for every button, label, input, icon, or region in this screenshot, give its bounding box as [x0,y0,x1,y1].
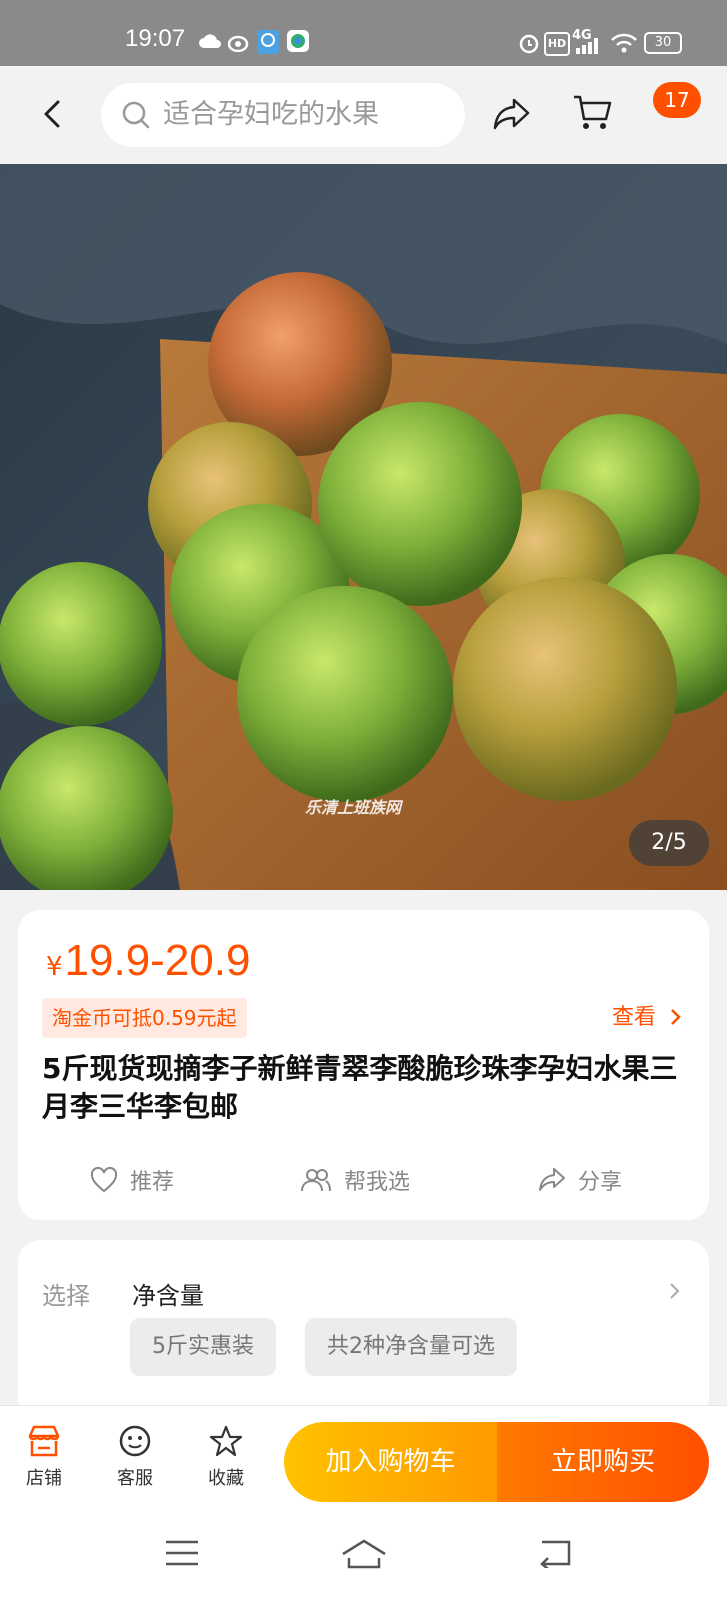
spec-selector-card[interactable]: 选择 净含量 5斤实惠装 共2种净含量可选 [18,1240,709,1420]
view-link[interactable]: 查看 [612,1004,683,1032]
recommend-button[interactable]: 推荐 [90,1160,174,1200]
buy-now-button[interactable]: 立即购买 [497,1422,709,1502]
chevron-right-icon [671,1009,681,1025]
favorite-tab[interactable]: 收藏 [196,1424,256,1490]
wifi-icon [611,33,637,53]
help-me-choose-label: 帮我选 [344,1170,411,1195]
hd-icon: HD [544,32,570,56]
search-placeholder: 适合孕妇吃的水果 [163,99,379,130]
signal-icon [576,38,598,54]
menu-icon[interactable] [164,1538,200,1568]
share-label: 分享 [578,1170,623,1195]
gallery-page-indicator: 2/5 [629,820,709,866]
back-arrow-icon[interactable] [36,96,72,132]
product-actions: 推荐 帮我选 分享 [18,1160,709,1210]
chevron-right-icon [670,1283,680,1299]
cart-icon[interactable] [572,92,612,132]
status-bar: 19:07 HD 4G 30 [0,0,727,66]
help-me-choose-button[interactable]: 帮我选 [300,1160,410,1200]
store-label: 店铺 [26,1468,62,1489]
app-icon [287,30,309,52]
battery-icon: 30 [644,32,682,54]
product-photo [0,164,727,890]
cart-badge: 17 [653,82,701,118]
weibo-icon [228,35,249,52]
heart-icon [90,1167,118,1193]
service-icon [119,1425,151,1457]
image-watermark: 乐清上班族网 [305,798,402,817]
cloud-icon [199,34,221,48]
price: ¥19.9-20.9 [46,936,250,995]
people-icon [301,1169,331,1192]
back-nav-icon[interactable] [536,1538,572,1568]
bottom-action-bar: 店铺 客服 收藏 加入购物车 立即购买 [0,1405,727,1511]
share-button[interactable]: 分享 [538,1160,622,1200]
product-image-gallery[interactable]: 乐清上班族网 2/5 [0,164,727,890]
view-link-label: 查看 [611,1005,656,1030]
coin-discount-tag: 淘金币可抵0.59元起 [42,998,247,1038]
store-icon [28,1425,60,1457]
spec-label: 选择 [42,1282,90,1310]
alarm-icon [519,34,539,54]
spec-count-chip[interactable]: 共2种净含量可选 [305,1318,517,1376]
spec-name: 净含量 [132,1282,204,1310]
recommend-label: 推荐 [130,1170,175,1195]
home-icon[interactable] [340,1538,388,1570]
customer-service-tab[interactable]: 客服 [105,1424,165,1490]
product-info-card: ¥19.9-20.9 淘金币可抵0.59元起 查看 5斤现货现摘李子新鲜青翠李酸… [18,910,709,1220]
browser-icon [257,30,279,54]
search-icon [122,101,150,129]
star-icon [209,1425,243,1457]
spec-option-chip[interactable]: 5斤实惠装 [130,1318,276,1376]
favorite-label: 收藏 [208,1468,244,1489]
system-nav-bar [0,1510,727,1600]
top-header: 适合孕妇吃的水果 17 [0,66,727,164]
currency-symbol: ¥ [46,952,63,982]
share-icon[interactable] [492,96,532,132]
store-tab[interactable]: 店铺 [14,1424,74,1490]
price-range: 19.9-20.9 [64,936,251,985]
product-title: 5斤现货现摘李子新鲜青翠李酸脆珍珠李孕妇水果三月李三华李包邮 [42,1052,678,1123]
search-bar[interactable]: 适合孕妇吃的水果 [101,83,465,147]
add-to-cart-button[interactable]: 加入购物车 [284,1422,497,1502]
customer-service-label: 客服 [117,1468,153,1489]
share-icon [539,1168,565,1191]
status-time: 19:07 [125,25,186,52]
